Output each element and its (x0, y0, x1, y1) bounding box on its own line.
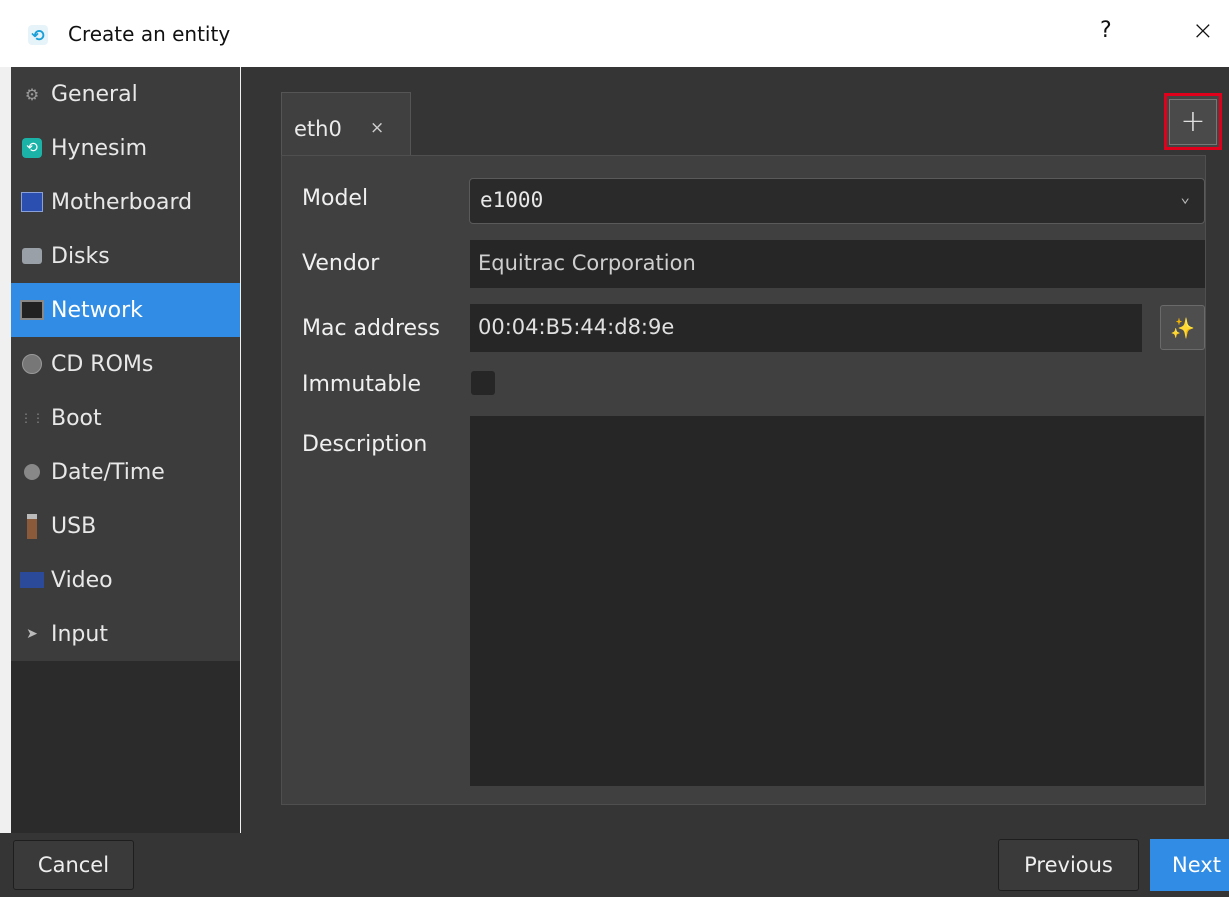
cancel-button[interactable]: Cancel (13, 840, 134, 890)
sidebar: ⚙ General ⟲ Hynesim Motherboard Disks Ne… (11, 67, 240, 833)
sidebar-item-hynesim[interactable]: ⟲ Hynesim (11, 121, 240, 175)
hynesim-logo-icon: ⟲ (17, 136, 47, 160)
sidebar-item-label: Boot (51, 405, 102, 431)
sidebar-item-video[interactable]: Video (11, 553, 240, 607)
sidebar-item-input[interactable]: ➤ Input (11, 607, 240, 661)
tab-close-icon[interactable]: × (370, 118, 384, 138)
sidebar-item-label: Disks (51, 243, 110, 269)
main-panel: eth0 × + Model e1000 ⌄ Vendor Equitrac C… (241, 67, 1229, 833)
model-value: e1000 (480, 188, 544, 212)
title-bar: ⟲ Create an entity ? × (0, 0, 1229, 67)
window-title: Create an entity (68, 22, 231, 46)
sidebar-item-label: Network (51, 297, 143, 323)
help-button[interactable]: ? (1100, 18, 1112, 43)
sidebar-item-label: CD ROMs (51, 351, 154, 377)
sidebar-item-label: Date/Time (51, 459, 165, 485)
model-select[interactable]: e1000 ⌄ (469, 178, 1205, 224)
boot-icon: ⋮⋮ (20, 411, 44, 425)
cursor-icon: ➤ (26, 626, 38, 642)
cdrom-icon (17, 352, 47, 376)
model-label: Model (302, 186, 369, 211)
clock-icon (17, 460, 47, 484)
sidebar-item-label: General (51, 81, 138, 107)
description-label: Description (302, 432, 428, 457)
mac-address-label: Mac address (302, 316, 440, 341)
disk-icon (17, 244, 47, 268)
sidebar-item-label: Hynesim (51, 135, 148, 161)
vendor-label: Vendor (302, 251, 380, 276)
vendor-field[interactable]: Equitrac Corporation (470, 240, 1205, 288)
sidebar-item-datetime[interactable]: Date/Time (11, 445, 240, 499)
tab-eth0[interactable]: eth0 × (281, 92, 411, 155)
immutable-label: Immutable (302, 372, 422, 397)
usb-icon (17, 513, 47, 539)
sidebar-item-motherboard[interactable]: Motherboard (11, 175, 240, 229)
tab-label: eth0 (294, 117, 342, 141)
monitor-icon (17, 568, 47, 592)
interface-form: Model e1000 ⌄ Vendor Equitrac Corporatio… (281, 155, 1206, 805)
magic-wand-icon: ✨ (1170, 315, 1195, 340)
close-button[interactable]: × (1192, 16, 1214, 46)
sidebar-item-label: Video (51, 567, 113, 593)
add-interface-button[interactable]: + (1164, 93, 1222, 150)
next-button[interactable]: Next (1150, 839, 1229, 891)
plus-icon: + (1169, 98, 1217, 145)
sidebar-item-general[interactable]: ⚙ General (11, 67, 240, 121)
immutable-checkbox[interactable] (471, 371, 495, 395)
sidebar-item-network[interactable]: Network (11, 283, 240, 337)
app-logo-icon: ⟲ (28, 25, 48, 45)
sidebar-item-disks[interactable]: Disks (11, 229, 240, 283)
sidebar-item-label: Input (51, 621, 108, 647)
sidebar-item-boot[interactable]: ⋮⋮ Boot (11, 391, 240, 445)
sidebar-item-cdroms[interactable]: CD ROMs (11, 337, 240, 391)
generate-mac-button[interactable]: ✨ (1160, 305, 1205, 350)
previous-button[interactable]: Previous (998, 839, 1139, 891)
sidebar-item-label: Motherboard (51, 189, 193, 215)
chevron-down-icon: ⌄ (1180, 187, 1190, 206)
sidebar-item-usb[interactable]: USB (11, 499, 240, 553)
motherboard-icon (17, 190, 47, 214)
sidebar-item-label: USB (51, 513, 97, 539)
mac-address-field[interactable]: 00:04:B5:44:d8:9e (470, 304, 1142, 352)
network-icon (17, 298, 47, 322)
description-field[interactable] (470, 416, 1204, 786)
gear-icon: ⚙ (24, 84, 40, 104)
footer-bar: Cancel Previous Next (0, 833, 1229, 897)
